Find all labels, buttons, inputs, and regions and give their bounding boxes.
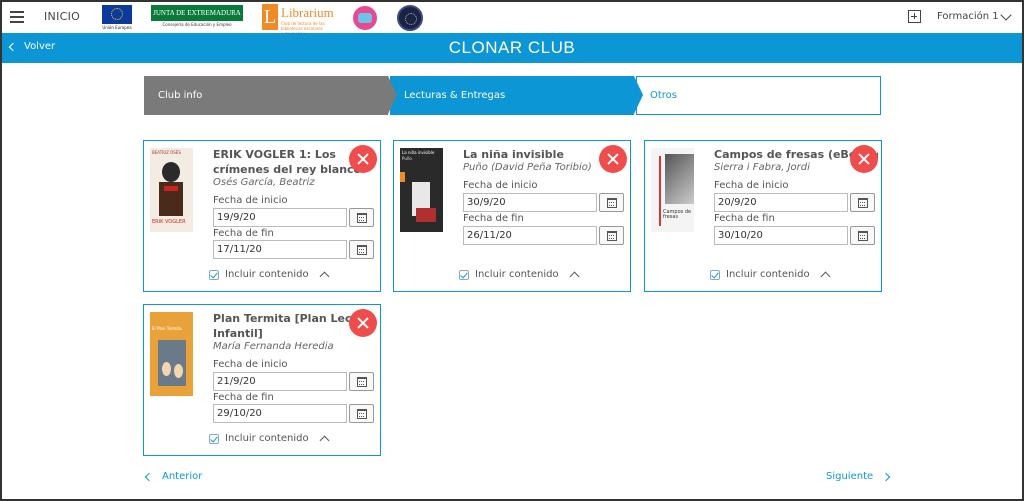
- book-cover: BEATRIZ OSÉS ERIK VOGLER: [150, 148, 193, 232]
- eu-logo-caption: Unión Europea: [102, 25, 132, 30]
- book-card: BEATRIZ OSÉS ERIK VOGLER ERIK VOGLER 1: …: [143, 140, 381, 292]
- start-date-label: Fecha de inicio: [213, 359, 288, 370]
- calendar-icon: [858, 231, 868, 241]
- cover-author-text: Puño: [402, 156, 412, 161]
- book-author: Puño (David Peña Toribio): [463, 162, 592, 173]
- include-content-toggle: Incluir contenido: [710, 269, 831, 282]
- calendar-icon: [357, 245, 367, 255]
- remove-book-button[interactable]: [349, 145, 377, 173]
- end-date-label: Fecha de fin: [213, 392, 274, 403]
- book-author: Sierra i Fabra, Jordi: [714, 162, 810, 173]
- cover-title-text: ERIK VOGLER: [152, 219, 186, 225]
- next-button[interactable]: Siguiente: [826, 471, 891, 482]
- book-author: Osés García, Beatriz: [213, 177, 315, 188]
- chevron-down-icon[interactable]: [1000, 9, 1012, 21]
- plus-square-icon[interactable]: [908, 10, 921, 23]
- calendar-button[interactable]: [599, 193, 624, 212]
- book-cover: La niña invisible Puño: [400, 148, 443, 232]
- cover-title-text: Campos de fresas: [663, 209, 692, 220]
- calendar-button[interactable]: [349, 240, 374, 259]
- user-menu-label[interactable]: Formación 1: [937, 11, 999, 22]
- end-date-label: Fecha de fin: [463, 213, 524, 224]
- chevron-up-icon[interactable]: [319, 435, 330, 446]
- include-content-toggle: Incluir contenido: [209, 269, 330, 282]
- end-date-input[interactable]: 30/10/20: [714, 226, 848, 245]
- book-cover: El Plan Termita: [150, 312, 193, 396]
- book-card: El Plan Termita Plan Termita [Plan Lecto…: [143, 304, 381, 456]
- chevron-up-icon[interactable]: [319, 271, 330, 282]
- partner-logo-dark: [397, 5, 423, 31]
- hamburger-icon[interactable]: [10, 11, 24, 23]
- chevron-left-icon: [144, 472, 154, 481]
- previous-button[interactable]: Anterior: [144, 471, 203, 482]
- remove-book-button[interactable]: [599, 145, 627, 173]
- include-checkbox[interactable]: [209, 433, 219, 444]
- end-date-input[interactable]: 29/10/20: [213, 404, 347, 423]
- calendar-icon: [357, 377, 367, 387]
- start-date-label: Fecha de inicio: [714, 180, 789, 191]
- cover-author-text: BEATRIZ OSÉS: [152, 150, 181, 155]
- calendar-icon: [357, 409, 367, 419]
- end-date-label: Fecha de fin: [213, 228, 274, 239]
- calendar-button[interactable]: [349, 208, 374, 227]
- include-checkbox[interactable]: [710, 269, 720, 280]
- home-link[interactable]: INICIO: [44, 10, 80, 23]
- wizard-steps: Club info Lecturas & Entregas Otros: [144, 76, 881, 115]
- start-date-input[interactable]: 30/9/20: [463, 193, 597, 212]
- chevron-up-icon[interactable]: [569, 271, 580, 282]
- step-lecturas-entregas[interactable]: Lecturas & Entregas: [390, 76, 634, 115]
- step-club-info[interactable]: Club info: [144, 76, 388, 115]
- calendar-button[interactable]: [850, 193, 875, 212]
- start-date-label: Fecha de inicio: [463, 180, 538, 191]
- previous-label: Anterior: [162, 471, 203, 482]
- include-checkbox[interactable]: [459, 269, 469, 280]
- calendar-button[interactable]: [349, 372, 374, 391]
- top-bar: INICIO Unión Europea JUNTA DE EXTREMADUR…: [2, 2, 1022, 36]
- include-checkbox[interactable]: [209, 269, 219, 280]
- end-date-input[interactable]: 17/11/20: [213, 240, 347, 259]
- include-content-toggle: Incluir contenido: [209, 433, 330, 446]
- junta-logo-caption: Consejería de Educación y Empleo: [162, 22, 232, 27]
- calendar-button[interactable]: [850, 226, 875, 245]
- partner-logo-pink: [353, 6, 377, 30]
- title-band: Volver CLONAR CLUB: [2, 33, 1022, 63]
- include-label: Incluir contenido: [225, 269, 309, 280]
- book-author: María Fernanda Heredia: [213, 341, 334, 352]
- start-date-label: Fecha de inicio: [213, 195, 288, 206]
- junta-logo: JUNTA DE EXTREMADURA Consejería de Educa…: [151, 5, 243, 30]
- remove-book-button[interactable]: [850, 145, 878, 173]
- start-date-input[interactable]: 19/9/20: [213, 208, 347, 227]
- librarium-logo-word: Librarium: [281, 5, 334, 20]
- page-title: CLONAR CLUB: [448, 38, 576, 57]
- junta-logo-text: JUNTA DE EXTREMADURA: [151, 5, 243, 21]
- book-card: Campos de fresas Campos de fresas (eBook…: [644, 140, 882, 292]
- chevron-right-icon: [881, 472, 891, 481]
- calendar-icon: [607, 231, 617, 241]
- librarium-logo: L Librarium Club de lectura de las bibli…: [262, 4, 334, 36]
- remove-book-button[interactable]: [349, 309, 377, 337]
- start-date-input[interactable]: 21/9/20: [213, 372, 347, 391]
- end-date-label: Fecha de fin: [714, 213, 775, 224]
- step-arrow: [634, 76, 643, 114]
- start-date-input[interactable]: 20/9/20: [714, 193, 848, 212]
- include-label: Incluir contenido: [726, 269, 810, 280]
- calendar-icon: [357, 213, 367, 223]
- end-date-input[interactable]: 26/11/20: [463, 226, 597, 245]
- include-label: Incluir contenido: [475, 269, 559, 280]
- cover-title-text: El Plan Termita: [152, 326, 182, 331]
- calendar-button[interactable]: [599, 226, 624, 245]
- include-content-toggle: Incluir contenido: [459, 269, 580, 282]
- book-cover: Campos de fresas: [651, 148, 694, 232]
- chevron-up-icon[interactable]: [820, 271, 831, 282]
- include-label: Incluir contenido: [225, 433, 309, 444]
- cover-title-text: La niña invisible: [402, 150, 435, 155]
- eu-logo: Unión Europea: [102, 5, 132, 30]
- calendar-icon: [607, 198, 617, 208]
- step-otros[interactable]: Otros: [636, 76, 881, 115]
- calendar-icon: [858, 198, 868, 208]
- next-label: Siguiente: [826, 471, 874, 482]
- book-card: La niña invisible Puño La niña invisible…: [393, 140, 631, 292]
- calendar-button[interactable]: [349, 404, 374, 423]
- step-arrow: [388, 76, 397, 114]
